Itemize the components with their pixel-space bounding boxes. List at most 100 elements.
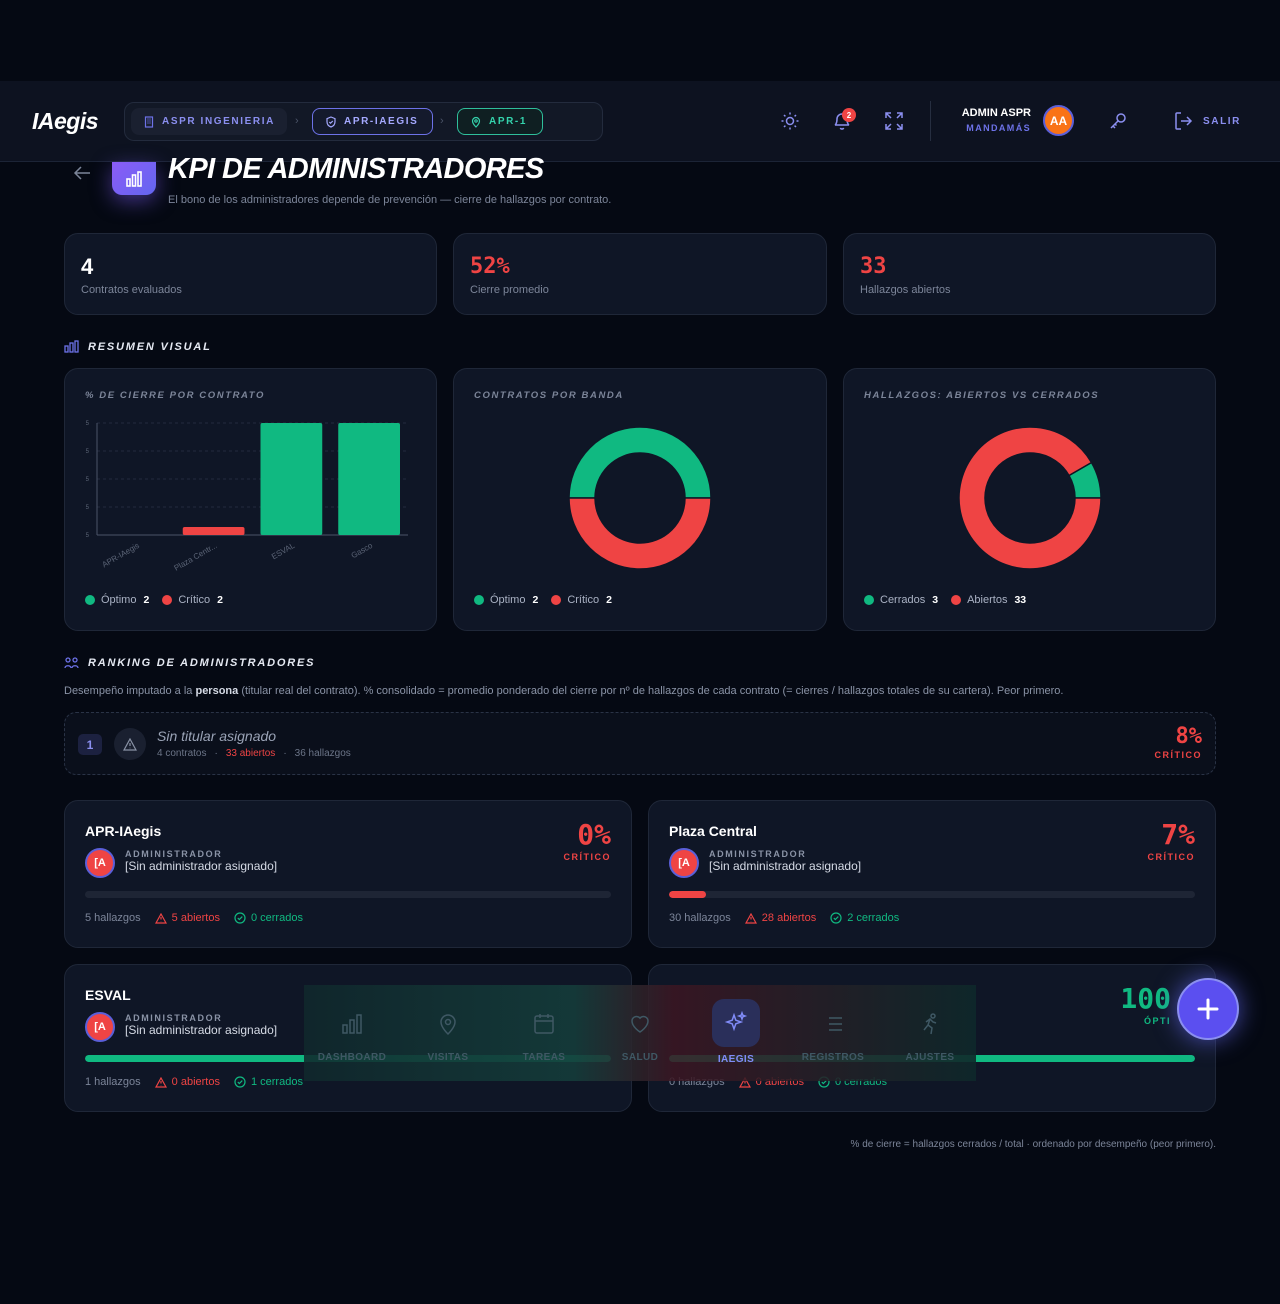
ranking-row[interactable]: 1 Sin titular asignado 4 contratos · 33 … [64, 712, 1216, 775]
users-icon [64, 657, 79, 669]
footnote: % de cierre = hallazgos cerrados / total… [850, 1139, 1216, 1150]
nav-label: TAREAS [522, 1052, 566, 1063]
rank-avatar [114, 728, 146, 760]
breadcrumb-project[interactable]: APR-IAEGIS [312, 108, 433, 135]
admin-name: [Sin administrador asignado] [125, 859, 278, 873]
rank-number: 1 [78, 734, 102, 755]
bar-chart-icon [126, 170, 142, 187]
rank-admin-name: Sin titular asignado [157, 728, 277, 744]
legend-count: 2 [606, 594, 612, 606]
check-circle-icon [830, 912, 842, 924]
contract-stats: 5 hallazgos 5 abiertos 0 cerrados [85, 912, 303, 924]
open-count: 5 abiertos [154, 912, 220, 924]
contract-name: Plaza Central [669, 823, 757, 839]
check-circle-icon [234, 912, 246, 924]
password-button[interactable] [1108, 111, 1128, 131]
user-name: ADMIN ASPR [961, 107, 1031, 119]
contract-card[interactable]: Plaza Central [A ADMINISTRADOR [Sin admi… [648, 800, 1216, 948]
admin-role: ADMINISTRADOR [125, 1013, 223, 1023]
logout-icon [1175, 112, 1193, 130]
expand-icon [885, 112, 903, 130]
legend-dot-closed [864, 595, 874, 605]
heart-icon [631, 1015, 649, 1033]
nav-label: AJUSTES [905, 1052, 955, 1063]
y-tick-label: 5 [86, 533, 90, 539]
bottom-nav: DASHBOARD VISITAS TAREAS SALUD IAEGIS RE… [304, 985, 976, 1081]
ranking-description: Desempeño imputado a la persona (titular… [64, 685, 1214, 697]
closure-progress-bar [85, 891, 611, 898]
findings-count: 5 hallazgos [85, 912, 141, 924]
admin-avatar: [A [85, 848, 115, 878]
legend-dot-critical [551, 595, 562, 605]
legend-label: Óptimo [490, 594, 526, 606]
breadcrumb-company[interactable]: ASPR INGENIERIA [131, 108, 287, 135]
closed-count: 0 cerrados [234, 912, 303, 924]
legend-count: 3 [932, 594, 939, 606]
donut-chart-bands [568, 426, 712, 570]
contract-percent: 7% [1161, 818, 1195, 851]
nav-label: SALUD [621, 1052, 659, 1063]
back-button[interactable] [70, 162, 94, 184]
warning-icon [744, 912, 757, 924]
nav-label: DASHBOARD [317, 1052, 387, 1063]
user-role: MANDAMÁS [966, 123, 1031, 133]
contract-name: APR-IAegis [85, 823, 162, 839]
y-tick-label: 5 [86, 421, 90, 427]
breadcrumb-label: APR-1 [489, 116, 528, 127]
breadcrumb: ASPR INGENIERIA › APR-IAEGIS › APR-1 [124, 102, 603, 141]
theme-toggle-button[interactable] [780, 111, 800, 131]
bar-chart-icon [64, 340, 79, 353]
donut-chart-findings [958, 426, 1102, 570]
nav-item-salud[interactable]: SALUD [592, 985, 688, 1081]
bar [338, 423, 400, 535]
stat-card-open-findings: 33 Hallazgos abiertos [843, 233, 1216, 315]
nav-label: IAEGIS [717, 1054, 755, 1065]
bar-chart-icon [342, 1014, 362, 1034]
stat-value: 4 [81, 254, 94, 279]
location-pin-icon [471, 116, 481, 128]
shield-icon [326, 115, 336, 128]
legend-label: Cerrados [880, 594, 926, 606]
admin-name: [Sin administrador asignado] [125, 1023, 278, 1037]
chevron-right-icon: › [295, 115, 299, 127]
summary-heading: RESUMEN VISUAL [64, 340, 212, 353]
list-icon [824, 1017, 842, 1031]
legend-dot-open [951, 595, 962, 605]
progress-fill [669, 891, 706, 898]
nav-item-dashboard[interactable]: DASHBOARD [304, 985, 400, 1081]
x-tick-label: ESVAL [270, 541, 297, 562]
chevron-right-icon: › [440, 115, 444, 127]
logout-button[interactable]: SALIR [1203, 116, 1241, 127]
app-logo[interactable]: IAegis [32, 108, 99, 135]
user-avatar[interactable]: AA [1043, 105, 1074, 136]
contract-card[interactable]: APR-IAegis [A ADMINISTRADOR [Sin adminis… [64, 800, 632, 948]
fullscreen-button[interactable] [884, 111, 904, 131]
nav-label: VISITAS [427, 1052, 469, 1063]
calendar-icon [534, 1014, 554, 1034]
stat-card-contracts: 4 Contratos evaluados [64, 233, 437, 315]
nav-item-tareas[interactable]: TAREAS [496, 985, 592, 1081]
chart-card-open-vs-closed: HALLAZGOS: ABIERTOS VS CERRADOS Cerrados… [843, 368, 1216, 631]
logout-icon-button[interactable] [1173, 111, 1193, 131]
y-tick-label: 5 [86, 505, 90, 511]
rank-percent: 8% [1175, 724, 1203, 749]
x-tick-label: Plaza Centr... [173, 541, 219, 573]
open-label: 0 abiertos [171, 1076, 220, 1088]
admin-avatar: [A [85, 1012, 115, 1042]
closed-label: 1 cerrados [250, 1076, 303, 1088]
breadcrumb-site[interactable]: APR-1 [457, 108, 543, 135]
admin-name: [Sin administrador asignado] [709, 859, 862, 873]
legend-count: 2 [532, 594, 539, 606]
add-button[interactable] [1177, 978, 1239, 1040]
notification-badge: 2 [842, 108, 856, 122]
nav-item-ajustes[interactable]: AJUSTES [882, 985, 978, 1081]
header-divider [930, 101, 931, 141]
nav-item-visitas[interactable]: VISITAS [400, 985, 496, 1081]
nav-item-registros[interactable]: REGISTROS [785, 985, 881, 1081]
stat-label: Hallazgos abiertos [860, 284, 951, 296]
breadcrumb-label: ASPR INGENIERIA [162, 116, 275, 127]
stat-label: Contratos evaluados [81, 284, 182, 296]
runner-icon [923, 1013, 937, 1035]
closed-count: 2 cerrados [830, 912, 899, 924]
nav-item-iaegis[interactable]: IAEGIS [688, 985, 784, 1081]
